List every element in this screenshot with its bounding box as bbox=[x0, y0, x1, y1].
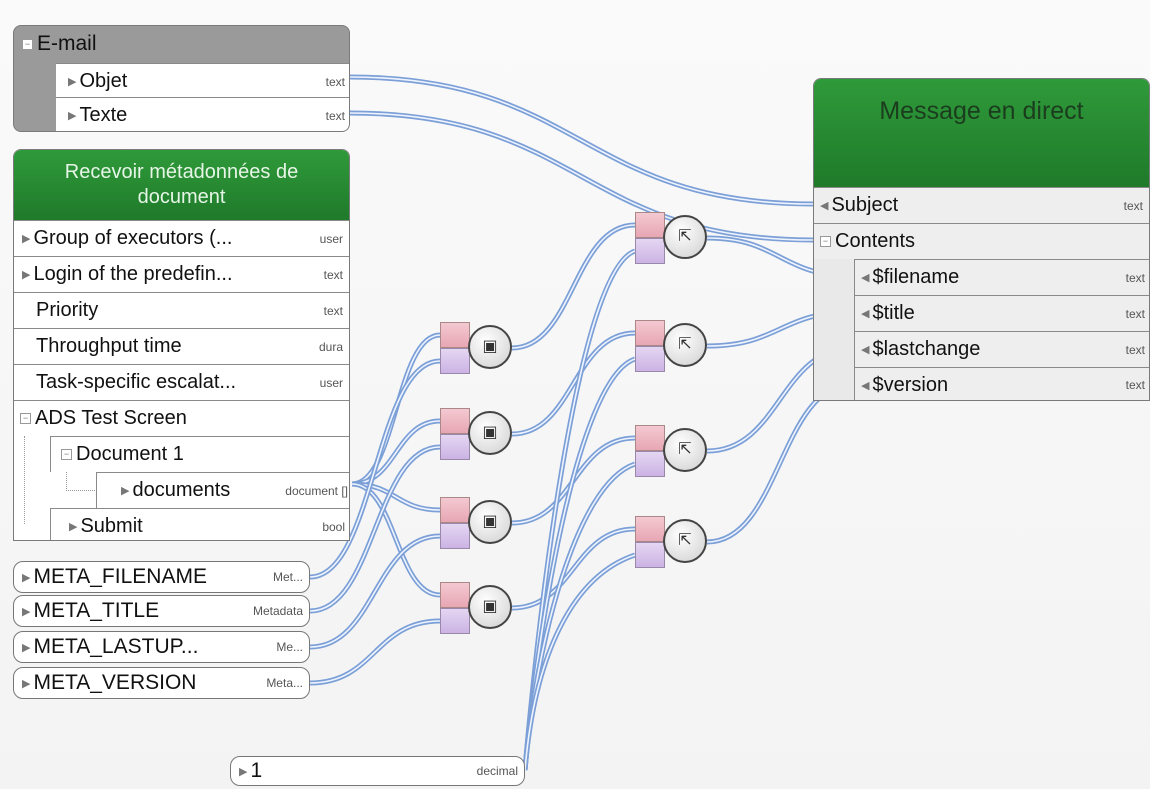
metadata-row-login[interactable]: ▶ Login of the predefin... text bbox=[14, 256, 349, 292]
message-block[interactable]: Message en direct ◀ Subject text − Conte… bbox=[813, 78, 1150, 401]
node-input-port[interactable] bbox=[635, 238, 665, 264]
select-cursor-icon: ⇱ bbox=[663, 323, 707, 367]
triangle-left-icon: ◀ bbox=[861, 344, 870, 356]
message-row-lastchange[interactable]: ◀ $lastchange text bbox=[854, 331, 1149, 367]
node-input-port[interactable] bbox=[635, 425, 665, 451]
triangle-right-icon: ▶ bbox=[22, 677, 31, 690]
wire-highlight bbox=[351, 420, 441, 485]
triangle-right-icon: ▶ bbox=[22, 269, 31, 281]
node-input-port[interactable] bbox=[635, 320, 665, 346]
wire-highlight bbox=[349, 76, 814, 205]
wire-highlight bbox=[524, 250, 636, 771]
select-cursor-icon: ⇱ bbox=[663, 215, 707, 259]
wire-highlight bbox=[349, 112, 814, 241]
metadata-node-3[interactable]: ▣ bbox=[440, 497, 514, 549]
node-input-port[interactable] bbox=[440, 523, 470, 549]
wire bbox=[522, 248, 637, 771]
constant-meta-filename[interactable]: ▶ META_FILENAME Met... bbox=[13, 561, 310, 593]
email-block-title: E-mail bbox=[37, 32, 97, 55]
constant-meta-lastupdate[interactable]: ▶ META_LASTUP... Me... bbox=[13, 631, 310, 663]
node-input-port[interactable] bbox=[440, 434, 470, 460]
collapse-box-icon[interactable]: − bbox=[61, 449, 72, 460]
node-input-port[interactable] bbox=[440, 348, 470, 374]
email-row-texte[interactable]: ▶ Texte text bbox=[56, 97, 349, 131]
metadata-row-submit[interactable]: ▶ Submit bool bbox=[50, 508, 349, 540]
node-input-port[interactable] bbox=[635, 212, 665, 238]
triangle-left-icon: ◀ bbox=[861, 272, 870, 284]
collapse-box-icon[interactable]: − bbox=[820, 236, 831, 247]
node-input-port[interactable] bbox=[635, 542, 665, 568]
metadata-row-group-of-executors[interactable]: ▶ Group of executors (... user bbox=[14, 220, 349, 256]
triangle-right-icon: ▶ bbox=[22, 605, 31, 618]
node-input-port[interactable] bbox=[635, 451, 665, 477]
select-node-3[interactable]: ⇱ bbox=[635, 425, 709, 477]
metadata-row-documents[interactable]: ▶ documents document [] bbox=[96, 472, 349, 508]
triangle-left-icon: ◀ bbox=[861, 379, 870, 392]
node-input-port[interactable] bbox=[440, 582, 470, 608]
select-node-4[interactable]: ⇱ bbox=[635, 516, 709, 568]
message-row-subject[interactable]: ◀ Subject text bbox=[814, 187, 1149, 223]
node-input-port[interactable] bbox=[440, 608, 470, 634]
tree-guide-lines-inner bbox=[66, 472, 97, 491]
message-row-title[interactable]: ◀ $title text bbox=[854, 295, 1149, 331]
node-input-port[interactable] bbox=[635, 346, 665, 372]
metadata-row-ads-test-screen[interactable]: − ADS Test Screen bbox=[14, 400, 349, 436]
metadata-node-1[interactable]: ▣ bbox=[440, 322, 514, 374]
message-row-contents[interactable]: − Contents bbox=[814, 223, 1149, 259]
document-image-icon: ▣ bbox=[468, 325, 512, 369]
message-row-filename[interactable]: ◀ $filename text bbox=[854, 259, 1149, 295]
document-image-icon: ▣ bbox=[468, 411, 512, 455]
collapse-box-icon[interactable]: − bbox=[20, 413, 31, 424]
constant-meta-version[interactable]: ▶ META_VERSION Meta... bbox=[13, 667, 310, 699]
wire-highlight bbox=[309, 535, 441, 648]
triangle-left-icon: ◀ bbox=[820, 200, 829, 212]
metadata-block-header: Recevoir métadonnées de document bbox=[14, 150, 349, 220]
metadata-row-priority[interactable]: Priority text bbox=[14, 292, 349, 328]
select-cursor-icon: ⇱ bbox=[663, 428, 707, 472]
constant-decimal[interactable]: ▶ 1 decimal bbox=[230, 756, 525, 786]
email-block-header: − E-mail bbox=[14, 26, 349, 62]
wire-highlight bbox=[706, 383, 854, 543]
node-input-port[interactable] bbox=[440, 322, 470, 348]
node-input-port[interactable] bbox=[440, 408, 470, 434]
wire-highlight bbox=[309, 620, 441, 684]
metadata-row-throughput[interactable]: Throughput time dura bbox=[14, 328, 349, 364]
document-image-icon: ▣ bbox=[468, 585, 512, 629]
message-row-version[interactable]: ◀ $version text bbox=[854, 367, 1149, 400]
document-image-icon: ▣ bbox=[468, 500, 512, 544]
select-cursor-icon: ⇱ bbox=[663, 519, 707, 563]
triangle-right-icon: ▶ bbox=[69, 521, 78, 533]
triangle-right-icon: ▶ bbox=[121, 485, 130, 497]
metadata-block[interactable]: Recevoir métadonnées de document ▶ Group… bbox=[13, 149, 350, 541]
triangle-right-icon: ▶ bbox=[22, 571, 31, 584]
node-input-port[interactable] bbox=[635, 516, 665, 542]
select-node-1[interactable]: ⇱ bbox=[635, 212, 709, 264]
metadata-node-4[interactable]: ▣ bbox=[440, 582, 514, 634]
email-row-objet[interactable]: ▶ Objet text bbox=[56, 63, 349, 99]
metadata-row-document-1[interactable]: − Document 1 bbox=[50, 436, 349, 472]
triangle-right-icon: ▶ bbox=[68, 110, 77, 122]
metadata-row-task-escalation[interactable]: Task-specific escalat... user bbox=[14, 364, 349, 400]
constant-meta-title[interactable]: ▶ META_TITLE Metadata bbox=[13, 595, 310, 627]
triangle-right-icon: ▶ bbox=[239, 765, 248, 778]
triangle-left-icon: ◀ bbox=[861, 308, 870, 320]
triangle-right-icon: ▶ bbox=[22, 233, 31, 245]
node-input-port[interactable] bbox=[440, 497, 470, 523]
metadata-node-2[interactable]: ▣ bbox=[440, 408, 514, 460]
wire-highlight bbox=[511, 224, 636, 349]
collapse-box-icon[interactable]: − bbox=[22, 38, 33, 50]
message-block-header: Message en direct bbox=[814, 79, 1149, 187]
select-node-2[interactable]: ⇱ bbox=[635, 320, 709, 372]
triangle-right-icon: ▶ bbox=[22, 641, 31, 654]
email-block[interactable]: − E-mail ▶ Objet text ▶ Texte text bbox=[13, 25, 350, 132]
triangle-right-icon: ▶ bbox=[68, 76, 77, 88]
